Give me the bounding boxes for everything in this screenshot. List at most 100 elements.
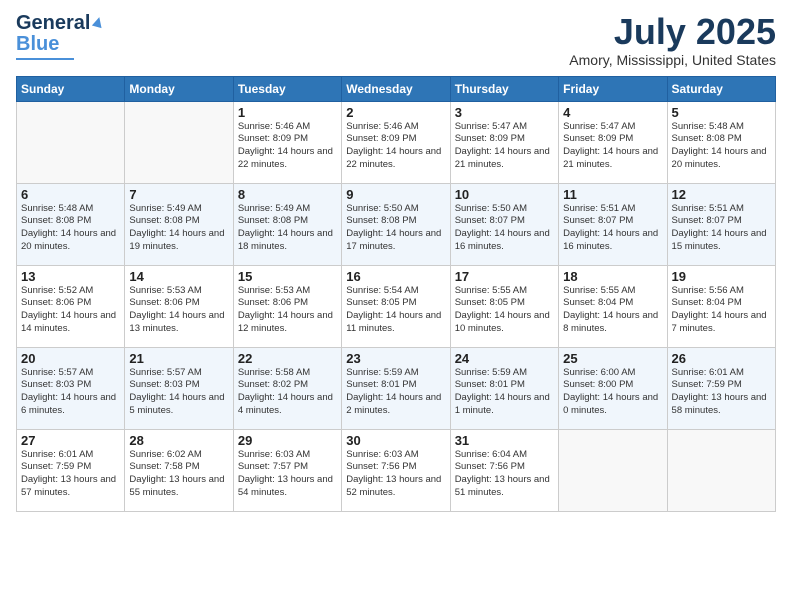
day-info: Sunrise: 5:47 AMSunset: 8:09 PMDaylight:…: [563, 121, 662, 172]
day-info: Sunrise: 5:55 AMSunset: 8:05 PMDaylight:…: [455, 285, 554, 336]
calendar-cell: 5Sunrise: 5:48 AMSunset: 8:08 PMDaylight…: [667, 101, 775, 183]
calendar-cell: 19Sunrise: 5:56 AMSunset: 8:04 PMDayligh…: [667, 265, 775, 347]
calendar-cell: 10Sunrise: 5:50 AMSunset: 8:07 PMDayligh…: [450, 183, 558, 265]
calendar-cell: 11Sunrise: 5:51 AMSunset: 8:07 PMDayligh…: [559, 183, 667, 265]
day-number: 31: [455, 433, 554, 448]
calendar-week-row: 20Sunrise: 5:57 AMSunset: 8:03 PMDayligh…: [17, 347, 776, 429]
calendar-cell: 6Sunrise: 5:48 AMSunset: 8:08 PMDaylight…: [17, 183, 125, 265]
calendar-cell: 13Sunrise: 5:52 AMSunset: 8:06 PMDayligh…: [17, 265, 125, 347]
calendar-cell: 14Sunrise: 5:53 AMSunset: 8:06 PMDayligh…: [125, 265, 233, 347]
day-info: Sunrise: 5:53 AMSunset: 8:06 PMDaylight:…: [129, 285, 228, 336]
weekday-header: Thursday: [450, 76, 558, 101]
day-number: 22: [238, 351, 337, 366]
day-number: 10: [455, 187, 554, 202]
day-number: 18: [563, 269, 662, 284]
day-number: 21: [129, 351, 228, 366]
calendar-cell: 2Sunrise: 5:46 AMSunset: 8:09 PMDaylight…: [342, 101, 450, 183]
day-number: 7: [129, 187, 228, 202]
day-number: 2: [346, 105, 445, 120]
calendar-cell: 7Sunrise: 5:49 AMSunset: 8:08 PMDaylight…: [125, 183, 233, 265]
day-info: Sunrise: 5:46 AMSunset: 8:09 PMDaylight:…: [238, 121, 337, 172]
calendar-cell: [17, 101, 125, 183]
day-number: 16: [346, 269, 445, 284]
day-number: 25: [563, 351, 662, 366]
day-number: 24: [455, 351, 554, 366]
weekday-header-row: SundayMondayTuesdayWednesdayThursdayFrid…: [17, 76, 776, 101]
day-info: Sunrise: 5:59 AMSunset: 8:01 PMDaylight:…: [455, 367, 554, 418]
calendar-cell: 22Sunrise: 5:58 AMSunset: 8:02 PMDayligh…: [233, 347, 341, 429]
calendar-cell: 17Sunrise: 5:55 AMSunset: 8:05 PMDayligh…: [450, 265, 558, 347]
day-info: Sunrise: 5:50 AMSunset: 8:07 PMDaylight:…: [455, 203, 554, 254]
calendar-cell: 30Sunrise: 6:03 AMSunset: 7:56 PMDayligh…: [342, 429, 450, 511]
calendar-cell: 8Sunrise: 5:49 AMSunset: 8:08 PMDaylight…: [233, 183, 341, 265]
header-right: July 2025 Amory, Mississippi, United Sta…: [569, 12, 776, 68]
day-number: 9: [346, 187, 445, 202]
month-title: July 2025: [569, 12, 776, 52]
day-number: 26: [672, 351, 771, 366]
day-info: Sunrise: 6:00 AMSunset: 8:00 PMDaylight:…: [563, 367, 662, 418]
calendar-cell: 29Sunrise: 6:03 AMSunset: 7:57 PMDayligh…: [233, 429, 341, 511]
weekday-header: Tuesday: [233, 76, 341, 101]
day-info: Sunrise: 5:56 AMSunset: 8:04 PMDaylight:…: [672, 285, 771, 336]
day-info: Sunrise: 6:01 AMSunset: 7:59 PMDaylight:…: [21, 449, 120, 500]
day-number: 28: [129, 433, 228, 448]
calendar-cell: 4Sunrise: 5:47 AMSunset: 8:09 PMDaylight…: [559, 101, 667, 183]
logo-triangle-icon: [92, 15, 104, 27]
location: Amory, Mississippi, United States: [569, 52, 776, 68]
weekday-header: Saturday: [667, 76, 775, 101]
day-number: 6: [21, 187, 120, 202]
day-info: Sunrise: 5:49 AMSunset: 8:08 PMDaylight:…: [238, 203, 337, 254]
day-number: 12: [672, 187, 771, 202]
day-info: Sunrise: 5:48 AMSunset: 8:08 PMDaylight:…: [21, 203, 120, 254]
calendar-cell: 26Sunrise: 6:01 AMSunset: 7:59 PMDayligh…: [667, 347, 775, 429]
calendar-week-row: 1Sunrise: 5:46 AMSunset: 8:09 PMDaylight…: [17, 101, 776, 183]
calendar-cell: 9Sunrise: 5:50 AMSunset: 8:08 PMDaylight…: [342, 183, 450, 265]
header: General Blue July 2025 Amory, Mississipp…: [16, 12, 776, 68]
calendar-cell: [125, 101, 233, 183]
day-info: Sunrise: 5:50 AMSunset: 8:08 PMDaylight:…: [346, 203, 445, 254]
day-number: 11: [563, 187, 662, 202]
weekday-header: Friday: [559, 76, 667, 101]
day-info: Sunrise: 5:46 AMSunset: 8:09 PMDaylight:…: [346, 121, 445, 172]
day-number: 17: [455, 269, 554, 284]
weekday-header: Sunday: [17, 76, 125, 101]
calendar-cell: 24Sunrise: 5:59 AMSunset: 8:01 PMDayligh…: [450, 347, 558, 429]
calendar-cell: 31Sunrise: 6:04 AMSunset: 7:56 PMDayligh…: [450, 429, 558, 511]
day-info: Sunrise: 5:55 AMSunset: 8:04 PMDaylight:…: [563, 285, 662, 336]
weekday-header: Monday: [125, 76, 233, 101]
calendar-week-row: 13Sunrise: 5:52 AMSunset: 8:06 PMDayligh…: [17, 265, 776, 347]
day-number: 15: [238, 269, 337, 284]
day-info: Sunrise: 5:57 AMSunset: 8:03 PMDaylight:…: [21, 367, 120, 418]
logo-general: General: [16, 12, 90, 35]
calendar-cell: 15Sunrise: 5:53 AMSunset: 8:06 PMDayligh…: [233, 265, 341, 347]
logo-underline: [16, 58, 74, 60]
day-info: Sunrise: 5:57 AMSunset: 8:03 PMDaylight:…: [129, 367, 228, 418]
day-info: Sunrise: 5:59 AMSunset: 8:01 PMDaylight:…: [346, 367, 445, 418]
day-info: Sunrise: 6:04 AMSunset: 7:56 PMDaylight:…: [455, 449, 554, 500]
day-number: 29: [238, 433, 337, 448]
day-number: 27: [21, 433, 120, 448]
calendar-cell: 1Sunrise: 5:46 AMSunset: 8:09 PMDaylight…: [233, 101, 341, 183]
day-number: 8: [238, 187, 337, 202]
day-number: 13: [21, 269, 120, 284]
day-number: 20: [21, 351, 120, 366]
day-number: 5: [672, 105, 771, 120]
calendar-cell: 25Sunrise: 6:00 AMSunset: 8:00 PMDayligh…: [559, 347, 667, 429]
day-info: Sunrise: 6:03 AMSunset: 7:57 PMDaylight:…: [238, 449, 337, 500]
day-info: Sunrise: 5:48 AMSunset: 8:08 PMDaylight:…: [672, 121, 771, 172]
logo: General Blue: [16, 12, 103, 60]
calendar: SundayMondayTuesdayWednesdayThursdayFrid…: [16, 76, 776, 512]
calendar-cell: [559, 429, 667, 511]
calendar-cell: 3Sunrise: 5:47 AMSunset: 8:09 PMDaylight…: [450, 101, 558, 183]
logo-blue: Blue: [16, 33, 59, 56]
page: General Blue July 2025 Amory, Mississipp…: [0, 0, 792, 612]
day-info: Sunrise: 5:51 AMSunset: 8:07 PMDaylight:…: [672, 203, 771, 254]
day-number: 1: [238, 105, 337, 120]
calendar-cell: 27Sunrise: 6:01 AMSunset: 7:59 PMDayligh…: [17, 429, 125, 511]
day-info: Sunrise: 5:47 AMSunset: 8:09 PMDaylight:…: [455, 121, 554, 172]
day-number: 19: [672, 269, 771, 284]
day-number: 23: [346, 351, 445, 366]
calendar-cell: [667, 429, 775, 511]
day-info: Sunrise: 5:53 AMSunset: 8:06 PMDaylight:…: [238, 285, 337, 336]
calendar-cell: 28Sunrise: 6:02 AMSunset: 7:58 PMDayligh…: [125, 429, 233, 511]
